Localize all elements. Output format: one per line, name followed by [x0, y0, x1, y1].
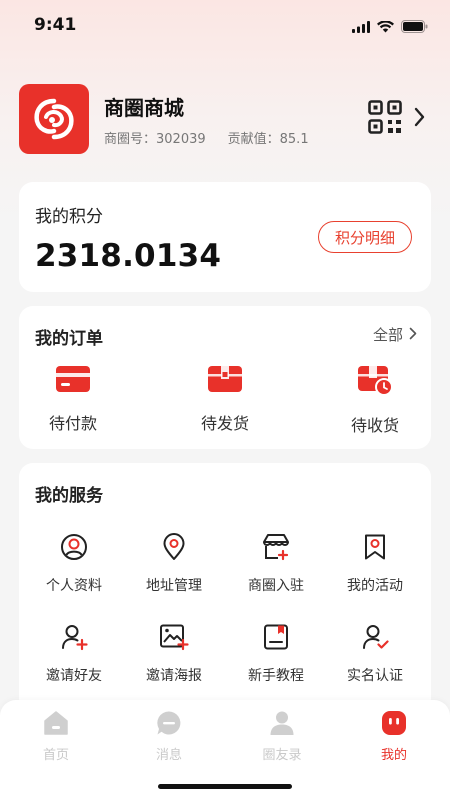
tab-label: 我的: [380, 748, 407, 763]
wallet-icon: [55, 364, 91, 398]
services-title: 我的服务: [35, 486, 103, 506]
service-label: 地址管理: [146, 578, 202, 594]
chevron-right-icon: [409, 326, 417, 344]
order-label: 待收货: [350, 416, 399, 435]
service-label: 邀请好友: [46, 668, 102, 684]
service-invite-poster[interactable]: 邀请海报: [129, 623, 219, 685]
service-label: 新手教程: [248, 668, 304, 684]
service-label: 邀请海报: [146, 668, 202, 684]
order-label: 待付款: [48, 414, 97, 433]
contribution-value: 贡献值：85.1: [227, 132, 309, 147]
shop-name: 商圈商城: [104, 96, 184, 120]
box-clock-icon: [357, 364, 393, 400]
user-check-icon: [361, 623, 389, 655]
service-verification[interactable]: 实名认证: [330, 623, 420, 685]
service-profile[interactable]: 个人资料: [29, 533, 119, 595]
tab-contacts[interactable]: 圈友录: [242, 710, 322, 763]
points-value: 2318.0134: [35, 238, 222, 274]
tab-home[interactable]: 首页: [16, 710, 96, 763]
location-pin-icon: [160, 533, 188, 565]
signal-icon: [352, 18, 370, 37]
chevron-right-icon: [414, 107, 425, 131]
status-bar: 9:41: [0, 0, 450, 50]
tab-label: 圈友录: [262, 748, 302, 763]
user-circle-icon: [60, 533, 88, 565]
service-label: 实名认证: [347, 668, 403, 684]
wifi-icon: [377, 18, 394, 37]
shop-id: 商圈号：302039: [104, 132, 206, 147]
order-pending-receipt[interactable]: 待收货: [325, 364, 425, 436]
tab-messages[interactable]: 消息: [129, 710, 209, 763]
qr-code-icon: [368, 100, 402, 138]
service-activities[interactable]: 我的活动: [330, 533, 420, 595]
orders-title: 我的订单: [35, 329, 103, 349]
book-icon: [262, 623, 290, 655]
image-add-icon: [159, 623, 189, 655]
tab-label: 首页: [42, 748, 69, 763]
qr-code-button[interactable]: [368, 100, 425, 138]
points-card: 我的积分 2318.0134 积分明细: [19, 182, 431, 292]
tab-mine[interactable]: 我的: [354, 710, 434, 763]
status-time: 9:41: [34, 15, 77, 35]
package-icon: [207, 364, 243, 398]
orders-card: 我的订单 全部 待付款 待发货 待收货: [19, 306, 431, 449]
service-label: 我的活动: [347, 578, 403, 594]
user-add-icon: [60, 623, 88, 655]
points-detail-button[interactable]: 积分明细: [318, 221, 412, 253]
service-join[interactable]: 商圈入驻: [231, 533, 321, 595]
service-tutorial[interactable]: 新手教程: [231, 623, 321, 685]
tab-label: 消息: [155, 748, 182, 763]
store-add-icon: [261, 533, 291, 565]
shop-logo: [19, 84, 89, 154]
all-orders-link[interactable]: 全部: [373, 324, 417, 345]
all-orders-label: 全部: [372, 326, 403, 344]
chat-icon: [156, 710, 182, 740]
service-label: 个人资料: [46, 578, 102, 594]
order-pending-payment[interactable]: 待付款: [23, 364, 123, 434]
shop-meta: 商圈号：302039 贡献值：85.1: [104, 128, 309, 147]
service-label: 商圈入驻: [248, 578, 304, 594]
mine-icon: [381, 710, 407, 740]
service-address[interactable]: 地址管理: [129, 533, 219, 595]
services-card: 我的服务 个人资料 地址管理 商圈入驻 我的活动 邀请好友 邀请海报 新手教程 …: [19, 463, 431, 713]
status-icons: [352, 18, 428, 37]
swirl-logo-icon: [34, 98, 74, 140]
bookmark-icon: [361, 533, 389, 565]
profile-header: 商圈商城 商圈号：302039 贡献值：85.1: [19, 84, 431, 154]
points-title: 我的积分: [35, 207, 103, 227]
service-invite-friends[interactable]: 邀请好友: [29, 623, 119, 685]
order-pending-shipment[interactable]: 待发货: [175, 364, 275, 434]
home-icon: [43, 710, 69, 740]
battery-icon: [401, 18, 428, 37]
home-indicator: [158, 784, 292, 789]
contacts-icon: [269, 710, 295, 740]
order-label: 待发货: [200, 414, 249, 433]
